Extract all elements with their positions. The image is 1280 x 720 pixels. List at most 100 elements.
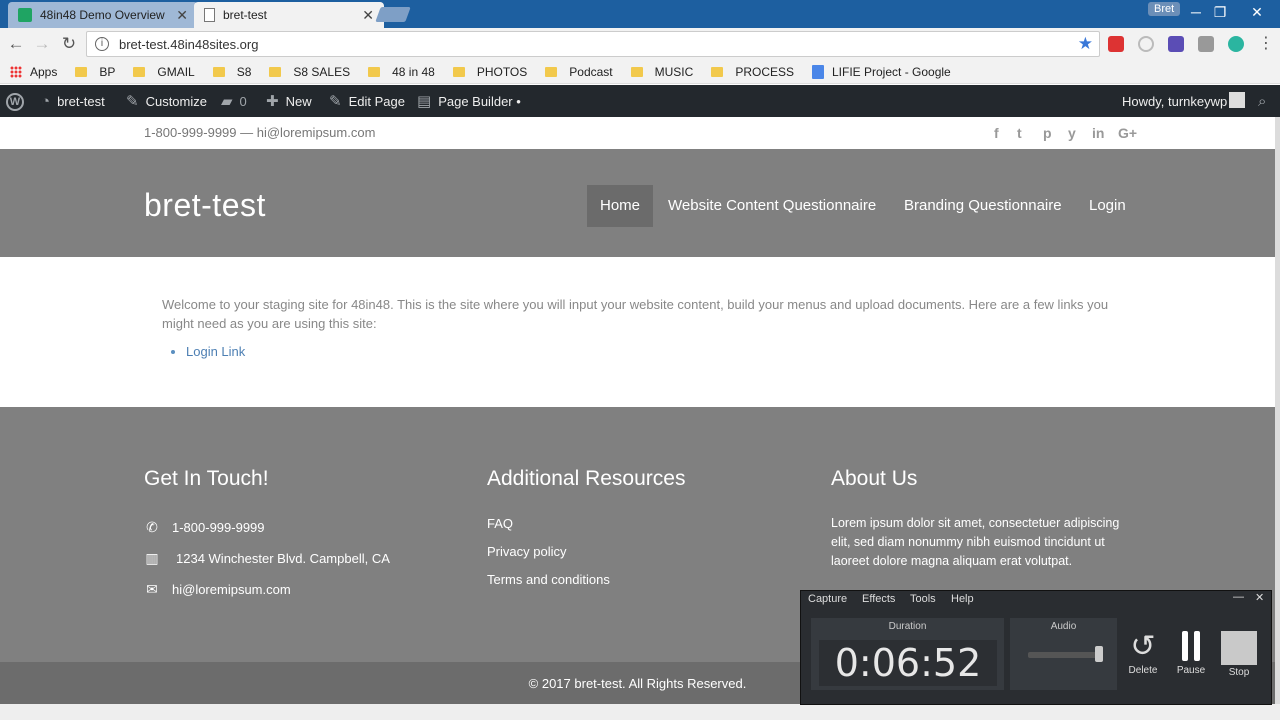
builder-icon: ▤ <box>417 93 432 110</box>
extension-m-icon[interactable] <box>1228 36 1244 52</box>
dashboard-icon: ◔ <box>41 92 51 110</box>
chrome-menu-icon[interactable]: ⋮ <box>1255 33 1277 55</box>
tab-close-icon[interactable]: ✕ <box>176 7 188 24</box>
bookmark-folder[interactable]: 48 in 48 <box>368 65 435 79</box>
footer-phone: ✆ 1-800-999-9999 <box>144 519 264 536</box>
address-url: bret-test.48in48sites.org <box>119 36 259 52</box>
profile-badge[interactable]: Bret <box>1148 2 1181 16</box>
recorder-menu-capture[interactable]: Capture <box>808 593 847 605</box>
browser-tab-bret-test[interactable]: bret-test ✕ <box>194 2 384 28</box>
wp-admin-bar: W ◔ bret-test ✎ Customize ▰ 0 ✚ New ✎ Edit Pa… <box>0 85 1280 117</box>
recorder-menu-tools[interactable]: Tools <box>910 593 936 605</box>
stop-button[interactable]: Stop <box>1219 631 1259 678</box>
folder-icon <box>711 66 724 77</box>
admin-page-builder-link[interactable]: ▤ Page Builder • <box>417 85 521 117</box>
browser-tab-strip: 48in48 Demo Overview ✕ bret-test ✕ Bret … <box>0 0 1280 28</box>
admin-search-icon[interactable]: ⌕ <box>1258 85 1273 117</box>
plus-icon: ✚ <box>266 93 279 110</box>
nav-item-login[interactable]: Login <box>1076 185 1139 227</box>
footer-link-privacy-policy[interactable]: Privacy policy <box>487 544 566 559</box>
reload-icon[interactable]: ↻ <box>58 33 80 55</box>
window-close-icon[interactable]: ✕ <box>1245 4 1269 21</box>
admin-account-link[interactable]: Howdy, turnkeywp <box>1122 85 1227 117</box>
audio-panel: Audio <box>1010 618 1117 690</box>
sheets-favicon-icon <box>18 8 32 22</box>
bookmark-folder[interactable]: PROCESS <box>711 65 794 79</box>
new-tab-button[interactable] <box>375 7 411 22</box>
phone-icon: ✆ <box>146 519 158 535</box>
envelope-icon: ✉ <box>146 581 158 597</box>
audio-level-track[interactable] <box>1028 652 1100 658</box>
pause-button[interactable]: Pause <box>1171 631 1211 676</box>
pinterest-icon[interactable]: p <box>1043 125 1052 141</box>
yelp-icon[interactable]: y <box>1068 125 1076 141</box>
tab-title: bret-test <box>223 8 268 22</box>
screen-recorder-widget: Capture Effects Tools Help — ✕ Duration … <box>800 590 1272 705</box>
footer-title-get-in-touch: Get In Touch! <box>144 467 269 490</box>
forward-arrow-icon[interactable]: → <box>31 33 53 55</box>
bookmark-folder[interactable]: S8 <box>212 65 251 79</box>
bookmark-folder[interactable]: GMAIL <box>133 65 195 79</box>
bookmark-folder[interactable]: BP <box>75 65 115 79</box>
google-plus-icon[interactable]: G+ <box>1118 125 1137 141</box>
avatar[interactable] <box>1229 92 1245 108</box>
bookmark-google-doc[interactable]: LIFIE Project - Google <box>812 64 951 79</box>
nav-item-home[interactable]: Home <box>587 185 654 227</box>
delete-button[interactable]: ↺ Delete <box>1123 631 1163 677</box>
footer-email: ✉ hi@loremipsum.com <box>144 581 291 598</box>
recorder-close-icon[interactable]: ✕ <box>1255 591 1264 604</box>
bookmark-folder[interactable]: S8 SALES <box>269 65 350 79</box>
login-link[interactable]: Login Link <box>186 344 245 359</box>
bookmark-star-icon[interactable]: ★ <box>1078 34 1093 54</box>
admin-site-link[interactable]: ◔ bret-test <box>41 85 105 117</box>
bookmark-folder[interactable]: Podcast <box>545 65 613 79</box>
intro-text: Welcome to your staging site for 48in48.… <box>162 297 1109 331</box>
back-arrow-icon[interactable]: ← <box>5 33 27 55</box>
restore-icon[interactable]: ❐ <box>1208 4 1232 21</box>
page-favicon-icon <box>204 8 215 22</box>
recorder-menu-help[interactable]: Help <box>951 593 974 605</box>
link-list: Login Link <box>186 342 1132 361</box>
browser-tab-demo-overview[interactable]: 48in48 Demo Overview ✕ <box>8 2 198 28</box>
address-bar[interactable]: i bret-test.48in48sites.org ★ <box>86 31 1100 57</box>
nav-item-branding-questionnaire[interactable]: Branding Questionnaire <box>891 185 1075 227</box>
extension-power-icon[interactable] <box>1138 36 1154 52</box>
footer-link-faq[interactable]: FAQ <box>487 516 513 531</box>
admin-customize-link[interactable]: ✎ Customize <box>126 85 207 117</box>
audio-level-slider[interactable] <box>1095 646 1103 662</box>
twitter-icon[interactable]: t <box>1017 125 1022 141</box>
bookmark-folder[interactable]: MUSIC <box>630 65 693 79</box>
page-content: Welcome to your staging site for 48in48.… <box>162 295 1132 361</box>
admin-edit-page-link[interactable]: ✎ Edit Page <box>329 85 405 117</box>
minimize-icon[interactable]: ─ <box>1184 4 1208 20</box>
recorder-menu-effects[interactable]: Effects <box>862 593 895 605</box>
recorder-menu-bar: Capture Effects Tools Help — ✕ <box>801 591 1271 609</box>
nav-item-website-content-questionnaire[interactable]: Website Content Questionnaire <box>655 185 889 227</box>
brush-icon: ✎ <box>126 93 139 110</box>
page-scrollbar[interactable] <box>1275 117 1280 704</box>
linkedin-icon[interactable]: in <box>1092 125 1104 141</box>
footer-link-terms[interactable]: Terms and conditions <box>487 572 610 587</box>
extension-gmail-icon[interactable] <box>1108 36 1124 52</box>
admin-new-link[interactable]: ✚ New <box>266 85 312 117</box>
site-header: bret-test Home Website Content Questionn… <box>0 149 1275 257</box>
wordpress-logo-icon[interactable]: W <box>6 93 24 111</box>
bookmark-folder[interactable]: PHOTOS <box>452 65 527 79</box>
bookmarks-bar: Apps BP GMAIL S8 S8 SALES 48 in 48 PHOTO… <box>0 60 1280 84</box>
duration-panel: Duration 0:06:52 <box>811 618 1004 690</box>
extension-camera-icon[interactable] <box>1198 36 1214 52</box>
browser-toolbar: ← → ↻ i bret-test.48in48sites.org ★ ⋮ <box>0 28 1280 60</box>
extension-screencast-icon[interactable] <box>1168 36 1184 52</box>
folder-icon <box>545 66 558 77</box>
folder-icon <box>452 66 465 77</box>
stop-square-icon <box>1221 631 1257 665</box>
bookmark-apps[interactable]: Apps <box>10 65 57 79</box>
site-title[interactable]: bret-test <box>144 187 266 224</box>
tab-close-icon[interactable]: ✕ <box>362 7 374 24</box>
admin-comments-link[interactable]: ▰ 0 <box>221 85 247 117</box>
google-doc-icon <box>812 64 824 79</box>
footer-title-about-us: About Us <box>831 467 918 490</box>
facebook-icon[interactable]: f <box>994 125 999 141</box>
recorder-minimize-icon[interactable]: — <box>1233 591 1244 603</box>
site-info-icon[interactable]: i <box>95 37 109 51</box>
